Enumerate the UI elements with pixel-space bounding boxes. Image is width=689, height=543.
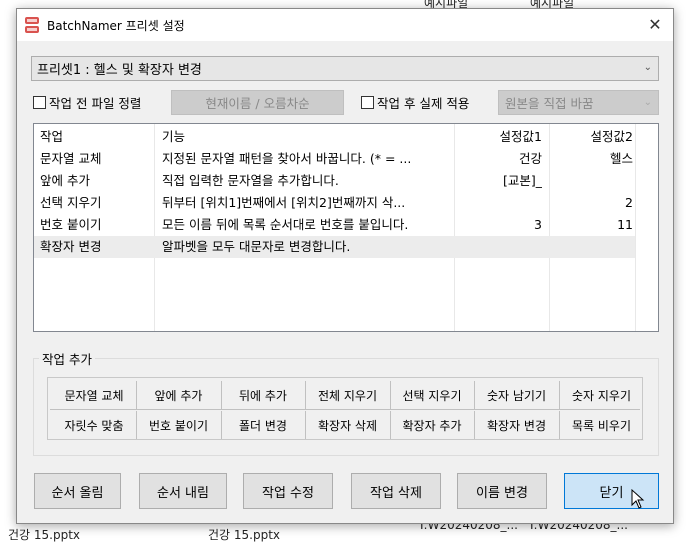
apply-after-label: 작업 후 실제 적용 [377, 96, 470, 111]
apply-mode-value: 원본을 직접 바꿈 [505, 96, 594, 111]
cell-function: 모든 이름 뒤에 목록 순서대로 번호를 붙입니다. [162, 217, 409, 232]
add-task-button[interactable]: 폴더 변경 [221, 411, 306, 439]
cell-value1 [456, 236, 542, 258]
header-value1[interactable]: 설정값1 [456, 126, 542, 148]
preset-settings-dialog: BatchNamer 프리셋 설정 ✕ 프리셋1 : 헬스 및 확장자 변경 ⌄… [16, 8, 674, 524]
add-task-button[interactable]: 전체 지우기 [306, 381, 391, 409]
sort-order-button[interactable]: 현재이름 / 오름차순 [171, 90, 344, 115]
preset-select-value: 프리셋1 : 헬스 및 확장자 변경 [37, 63, 202, 78]
cell-function: 직접 입력한 문자열을 추가합니다. [162, 173, 339, 188]
app-logo-icon [25, 17, 39, 33]
rename-button[interactable]: 이름 변경 [457, 473, 547, 509]
checkbox-box [361, 96, 374, 109]
add-task-button[interactable]: 문자열 교체 [52, 381, 137, 409]
preset-select[interactable]: 프리셋1 : 헬스 및 확장자 변경 ⌄ [31, 56, 659, 81]
cell-value2: 헬스 [609, 151, 633, 166]
cell-value2 [551, 236, 633, 258]
cell-task: 선택 지우기 [40, 195, 102, 210]
cell-function: 뒤부터 [위치1]번째에서 [위치2]번째까지 삭... [162, 195, 406, 210]
add-task-label: 작업 추가 [39, 349, 95, 368]
task-table[interactable]: 작업 기능 설정값1 설정값2 문자열 교체 지정된 문자열 패턴을 찾아서 바꿉… [33, 123, 659, 332]
add-task-button[interactable]: 앞에 추가 [137, 381, 222, 409]
add-task-button[interactable]: 목록 비우기 [559, 411, 644, 439]
sort-before-checkbox[interactable]: 작업 전 파일 정렬 [33, 93, 141, 112]
cell-value2: 11 [617, 217, 633, 232]
cell-task: 번호 붙이기 [40, 217, 102, 232]
add-task-button[interactable]: 확장자 삭제 [306, 411, 391, 439]
apply-after-checkbox[interactable]: 작업 후 실제 적용 [361, 93, 469, 112]
delete-task-button[interactable]: 작업 삭제 [351, 473, 441, 509]
header-function[interactable]: 기능 [162, 126, 454, 148]
mouse-cursor-icon [631, 489, 645, 509]
add-task-button[interactable]: 선택 지우기 [390, 381, 475, 409]
header-value2[interactable]: 설정값2 [551, 126, 633, 148]
add-task-button[interactable]: 뒤에 추가 [221, 381, 306, 409]
table-row-selected[interactable]: 확장자 변경 알파벳을 모두 대문자로 변경합니다. [34, 236, 635, 258]
cell-value2: 2 [625, 195, 633, 210]
move-up-button[interactable]: 순서 올림 [34, 473, 121, 509]
add-task-button[interactable]: 번호 붙이기 [137, 411, 222, 439]
table-row[interactable]: 선택 지우기 뒤부터 [위치1]번째에서 [위치2]번째까지 삭... 2 [34, 192, 658, 214]
add-task-button[interactable]: 확장자 변경 [475, 411, 560, 439]
edit-task-button[interactable]: 작업 수정 [243, 473, 333, 509]
add-task-button[interactable]: 자릿수 맞춤 [52, 411, 137, 439]
bg-text: 건강 15.pptx [8, 528, 81, 542]
title-bar: BatchNamer 프리셋 설정 ✕ [17, 9, 673, 41]
chevron-down-icon: ⌄ [643, 62, 652, 73]
cell-function: 지정된 문자열 패턴을 찾아서 바꿉니다. (* = ... [162, 151, 412, 166]
checkbox-box [33, 96, 46, 109]
close-icon[interactable]: ✕ [645, 15, 665, 34]
table-row[interactable]: 번호 붙이기 모든 이름 뒤에 목록 순서대로 번호를 붙입니다. 3 11 [34, 214, 658, 236]
apply-mode-select[interactable]: 원본을 직접 바꿈 ⌄ [498, 90, 659, 115]
add-task-toolbar: 문자열 교체 앞에 추가 뒤에 추가 전체 지우기 선택 지우기 숫자 남기기 숫자 지우기… [47, 377, 643, 440]
move-down-button[interactable]: 순서 내림 [139, 473, 227, 509]
cell-value1: 건강 [518, 151, 542, 166]
dialog-title: BatchNamer 프리셋 설정 [47, 18, 185, 33]
add-task-button[interactable]: 숫자 지우기 [559, 381, 644, 409]
cell-task: 확장자 변경 [40, 239, 102, 254]
cell-value1 [456, 192, 542, 214]
cell-value1: 3 [534, 217, 542, 232]
chevron-down-icon: ⌄ [643, 97, 652, 108]
cell-value2 [551, 170, 633, 192]
header-task[interactable]: 작업 [40, 126, 152, 148]
cell-function: 알파벳을 모두 대문자로 변경합니다. [162, 239, 351, 254]
bg-text: 건강 15.pptx [208, 528, 281, 542]
cell-task: 문자열 교체 [40, 151, 102, 166]
table-header: 작업 기능 설정값1 설정값2 [34, 126, 658, 148]
sort-before-label: 작업 전 파일 정렬 [49, 96, 142, 111]
cell-value1: [교본]_ [502, 173, 542, 188]
table-row[interactable]: 문자열 교체 지정된 문자열 패턴을 찾아서 바꿉니다. (* = ... 건강 헬스 [34, 148, 658, 170]
table-row[interactable]: 앞에 추가 직접 입력한 문자열을 추가합니다. [교본]_ [34, 170, 658, 192]
add-task-button[interactable]: 숫자 남기기 [475, 381, 560, 409]
add-task-button[interactable]: 확장자 추가 [390, 411, 475, 439]
cell-task: 앞에 추가 [40, 173, 90, 188]
